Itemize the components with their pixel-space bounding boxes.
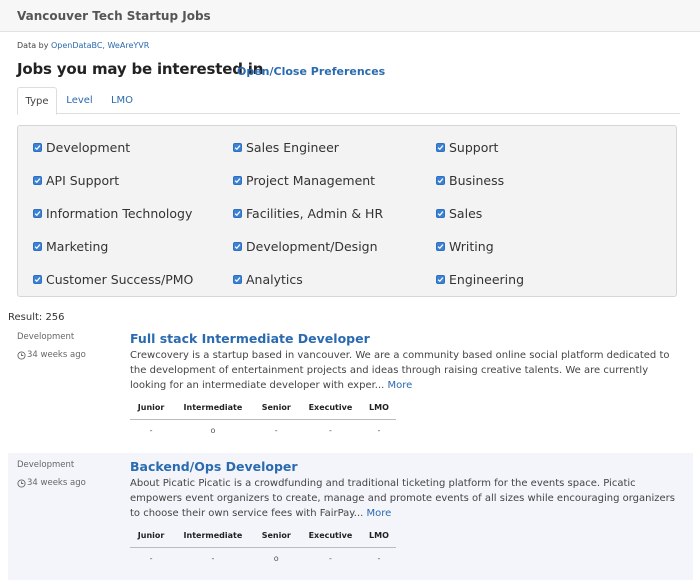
checkmark-icon[interactable] [436, 242, 445, 251]
pref-checkbox-label: Information Technology [46, 206, 193, 221]
result-count: Result: 256 [8, 312, 65, 323]
pref-checkbox-project-management[interactable]: Project Management [233, 173, 375, 188]
level-junior-value: - [149, 425, 153, 435]
pref-checkbox-label: Writing [449, 239, 494, 254]
pref-checkbox-business[interactable]: Business [436, 173, 504, 188]
level-senior-value: o [273, 553, 279, 563]
pref-checkbox-information-technology[interactable]: Information Technology [33, 206, 192, 221]
attribution-link[interactable]: OpenDataBC, WeAreYVR [51, 41, 149, 50]
pref-checkbox-marketing[interactable]: Marketing [33, 239, 108, 254]
top-navbar: Vancouver Tech Startup Jobs [0, 0, 700, 32]
pref-checkbox-label: Sales [449, 206, 483, 221]
pref-checkbox-analytics[interactable]: Analytics [233, 272, 303, 287]
checkmark-icon[interactable] [436, 209, 445, 218]
job-listing: Development 34 weeks ago Backend/Ops Dev… [8, 453, 693, 580]
job-level-table: Junior Intermediate Senior Executive LMO… [130, 525, 396, 569]
attribution-prefix: Data by [17, 41, 51, 50]
more-link[interactable]: More [367, 508, 392, 519]
checkmark-icon[interactable] [233, 242, 242, 251]
checkmark-icon[interactable] [33, 275, 42, 284]
tab-type[interactable]: Type [17, 87, 57, 115]
pref-checkbox-label: Customer Success/PMO [46, 272, 194, 287]
pref-checkbox-engineering[interactable]: Engineering [436, 272, 524, 287]
job-description: About Picatic Picatic is a crowdfunding … [130, 476, 686, 521]
checkmark-icon[interactable] [233, 209, 242, 218]
level-executive-value: - [328, 425, 332, 435]
checkmark-icon[interactable] [436, 275, 445, 284]
preferences-panel: Development API Support Information Techno… [17, 125, 677, 297]
pref-checkbox-writing[interactable]: Writing [436, 239, 494, 254]
job-age-text: 34 weeks ago [27, 350, 86, 360]
job-title-link[interactable]: Full stack Intermediate Developer [130, 331, 370, 346]
job-category: Development [17, 460, 75, 470]
pref-checkbox-development-design[interactable]: Development/Design [233, 239, 378, 254]
level-header-executive: Executive [298, 525, 362, 548]
job-level-table: Junior Intermediate Senior Executive LMO… [130, 397, 396, 441]
pref-checkbox-sales-engineer[interactable]: Sales Engineer [233, 140, 339, 155]
pref-checkbox-support[interactable]: Support [436, 140, 498, 155]
level-header-junior: Junior [130, 525, 173, 548]
pref-checkbox-facilities-admin-hr[interactable]: Facilities, Admin & HR [233, 206, 383, 221]
level-junior-value: - [149, 553, 153, 563]
pref-checkbox-label: Development [46, 140, 131, 155]
site-brand[interactable]: Vancouver Tech Startup Jobs [17, 9, 211, 23]
checkmark-icon[interactable] [233, 176, 242, 185]
pref-checkbox-label: Engineering [449, 272, 524, 287]
preference-tabs: Type Level LMO [17, 87, 680, 115]
job-category: Development [17, 332, 75, 342]
checkmark-icon[interactable] [33, 176, 42, 185]
checkmark-icon[interactable] [233, 143, 242, 152]
level-executive-value: - [328, 553, 332, 563]
tab-level[interactable]: Level [62, 87, 97, 114]
toggle-preferences-link[interactable]: Open/Close Preferences [237, 65, 385, 78]
checkmark-icon[interactable] [33, 242, 42, 251]
checkmark-icon[interactable] [33, 143, 42, 152]
pref-checkbox-label: Support [449, 140, 499, 155]
pref-checkbox-label: API Support [46, 173, 120, 188]
job-title-link[interactable]: Backend/Ops Developer [130, 459, 298, 474]
job-listing: Development 34 weeks ago Full stack Inte… [8, 326, 693, 446]
data-attribution: Data by OpenDataBC, WeAreYVR [17, 41, 149, 50]
pref-checkbox-api-support[interactable]: API Support [33, 173, 119, 188]
pref-checkbox-customer-success-pmo[interactable]: Customer Success/PMO [33, 272, 193, 287]
checkmark-icon[interactable] [436, 176, 445, 185]
level-header-executive: Executive [298, 397, 362, 420]
checkmark-icon[interactable] [436, 143, 445, 152]
page-title: Jobs you may be interested in [17, 60, 264, 78]
pref-checkbox-label: Marketing [46, 239, 109, 254]
level-header-intermediate: Intermediate [172, 525, 254, 548]
level-intermediate-value: o [210, 425, 216, 435]
more-link[interactable]: More [388, 380, 413, 391]
checkmark-icon[interactable] [233, 275, 242, 284]
level-header-senior: Senior [253, 525, 299, 548]
job-description-text: About Picatic Picatic is a crowdfunding … [130, 478, 675, 519]
pref-checkbox-label: Sales Engineer [246, 140, 339, 155]
job-age: 34 weeks ago [17, 478, 86, 488]
checkmark-icon[interactable] [33, 209, 42, 218]
pref-checkbox-label: Business [449, 173, 505, 188]
level-header-senior: Senior [253, 397, 299, 420]
clock-icon [17, 478, 26, 488]
pref-checkbox-label: Development/Design [246, 239, 378, 254]
pref-checkbox-label: Project Management [246, 173, 376, 188]
level-header-lmo: LMO [361, 525, 396, 548]
level-lmo-value: - [377, 553, 381, 563]
job-description: Crewcovery is a startup based in vancouv… [130, 348, 686, 393]
pref-checkbox-label: Facilities, Admin & HR [246, 206, 384, 221]
level-intermediate-value: - [211, 553, 215, 563]
clock-icon [17, 350, 26, 360]
pref-checkbox-sales[interactable]: Sales [436, 206, 482, 221]
level-header-junior: Junior [130, 397, 173, 420]
level-senior-value: - [274, 425, 278, 435]
level-lmo-value: - [377, 425, 381, 435]
tab-lmo[interactable]: LMO [103, 87, 141, 114]
pref-checkbox-label: Analytics [246, 272, 303, 287]
job-age-text: 34 weeks ago [27, 478, 86, 488]
pref-checkbox-development[interactable]: Development [33, 140, 130, 155]
level-header-intermediate: Intermediate [172, 397, 254, 420]
level-header-lmo: LMO [361, 397, 396, 420]
job-age: 34 weeks ago [17, 350, 86, 360]
